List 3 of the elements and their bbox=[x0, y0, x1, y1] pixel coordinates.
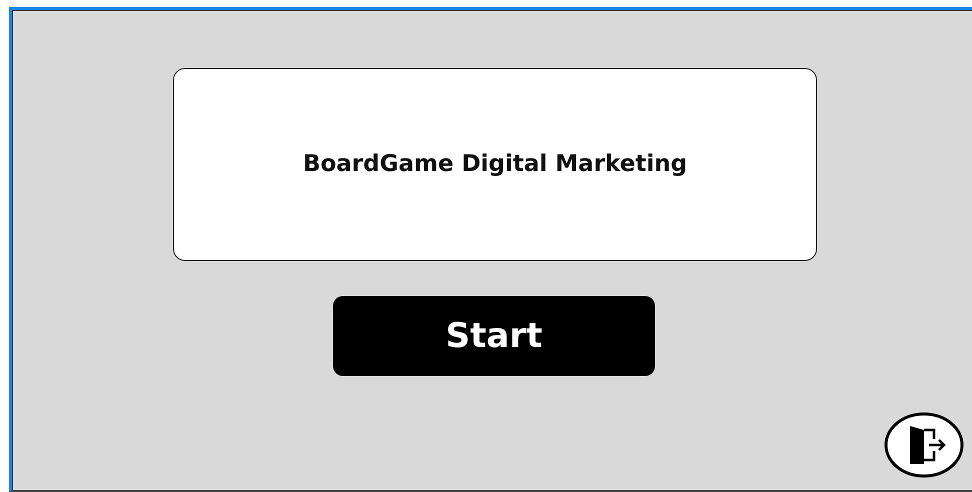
exit-icon[interactable] bbox=[884, 412, 964, 478]
start-button[interactable]: Start bbox=[333, 296, 655, 376]
app-title: BoardGame Digital Marketing bbox=[302, 150, 688, 180]
